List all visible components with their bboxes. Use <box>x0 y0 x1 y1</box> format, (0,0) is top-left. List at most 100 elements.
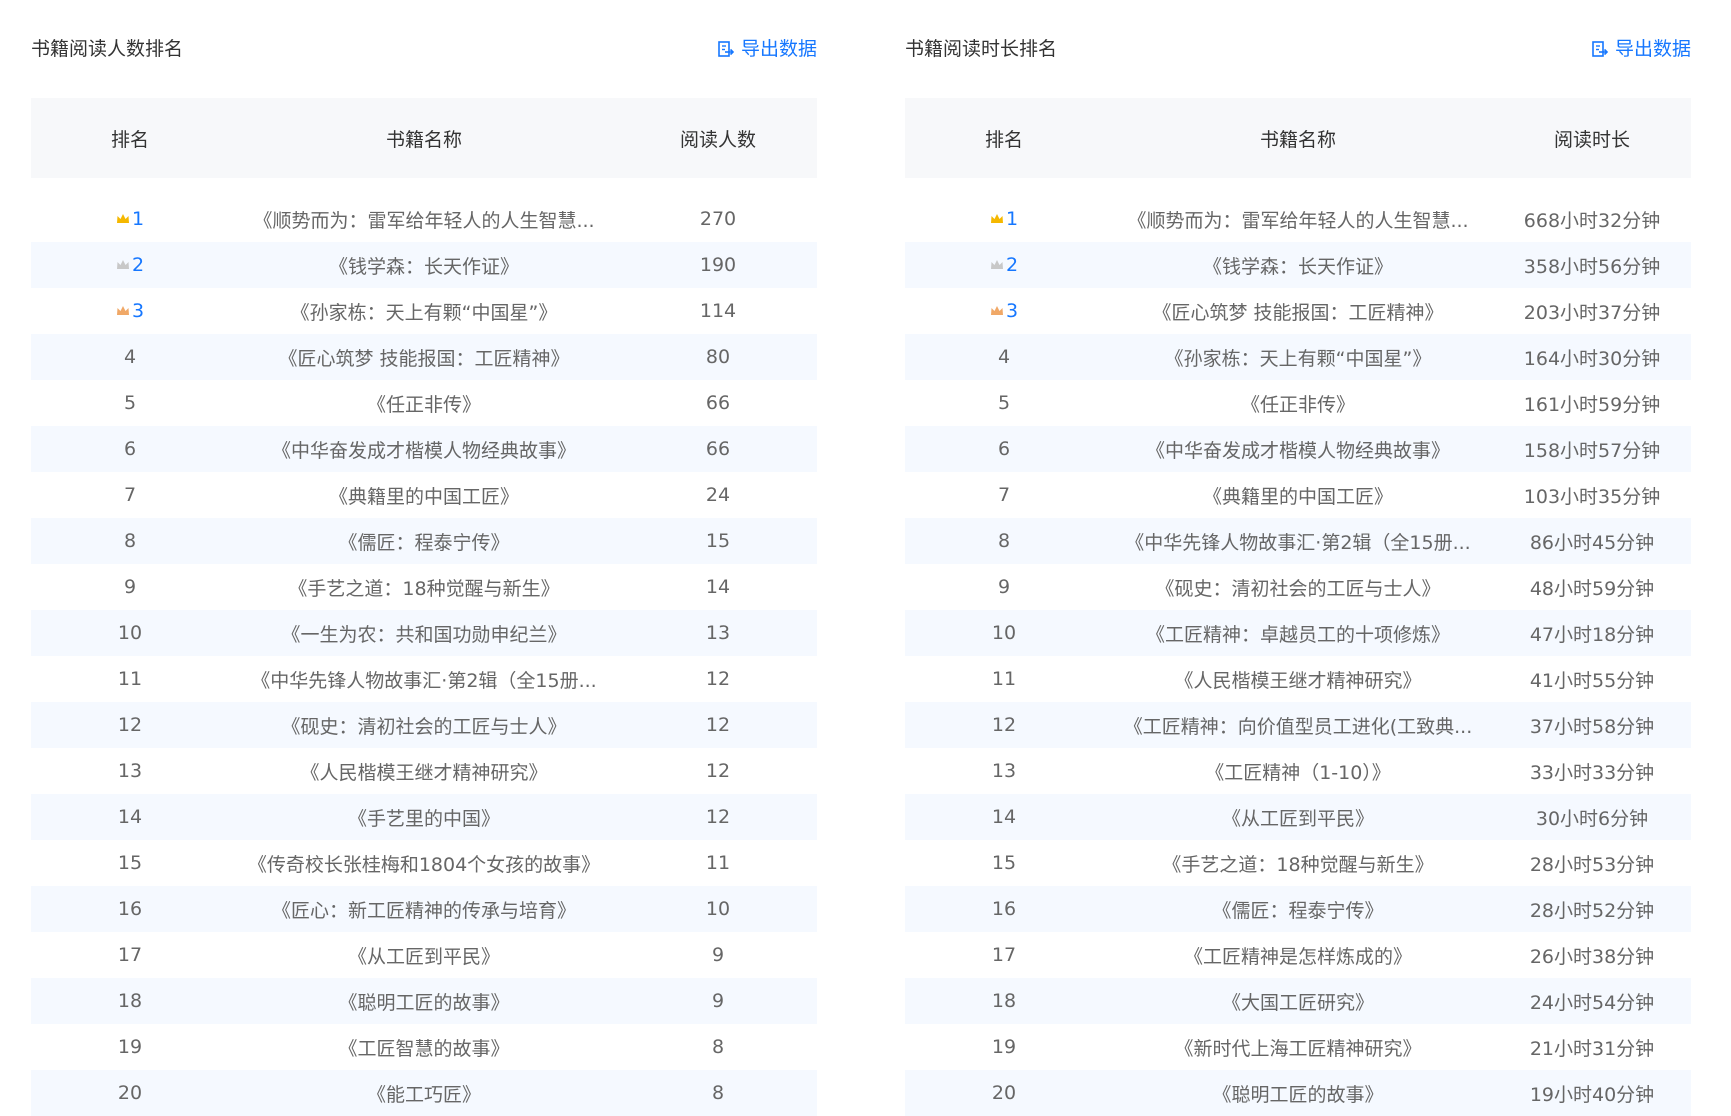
rank-cell: 20 <box>905 1082 1103 1104</box>
reading-time-cell: 37小时58分钟 <box>1529 715 1655 738</box>
book-name-cell: 《手艺之道：18种觉醒与新生》 <box>288 577 560 600</box>
table-row: 9 《手艺之道：18种觉醒与新生》 14 <box>31 564 817 610</box>
crown-icon <box>990 254 1004 276</box>
book-name-cell: 《人民楷模王继才精神研究》 <box>300 761 548 784</box>
rank-cell: 5 <box>31 392 229 414</box>
rank-number: 15 <box>117 852 143 874</box>
rank-cell: 16 <box>31 898 229 920</box>
reader-count-cell: 114 <box>699 300 737 322</box>
reader-count-cell: 12 <box>705 806 731 828</box>
book-name-cell: 《顺势而为：雷军给年轻人的人生智慧... <box>253 209 595 232</box>
book-name-cell: 《工匠精神（1-10）》 <box>1205 761 1391 784</box>
rank-cell: 18 <box>31 990 229 1012</box>
rank-number: 2 <box>1005 254 1019 276</box>
rank-cell: 7 <box>905 484 1103 506</box>
table-row: 15 《手艺之道：18种觉醒与新生》 28小时53分钟 <box>905 840 1691 886</box>
book-name-cell: 《中华奋发成才楷模人物经典故事》 <box>271 439 576 462</box>
rank-cell: 10 <box>905 622 1103 644</box>
reading-time-cell: 28小时52分钟 <box>1529 899 1655 922</box>
reading-time-cell: 41小时55分钟 <box>1529 669 1655 692</box>
table-row: 9 《砚史：清初社会的工匠与士人》 48小时59分钟 <box>905 564 1691 610</box>
rank-cell: 6 <box>905 438 1103 460</box>
table-header: 排名 书籍名称 阅读时长 <box>905 98 1691 178</box>
rank-number: 1 <box>131 208 145 230</box>
reading-time-cell: 161小时59分钟 <box>1523 393 1661 416</box>
rank-cell: 14 <box>31 806 229 828</box>
export-data-button[interactable]: 导出数据 <box>1591 36 1691 62</box>
rank-number: 4 <box>123 346 137 368</box>
rank-cell: 12 <box>905 714 1103 736</box>
rank-number: 10 <box>991 622 1017 644</box>
table-row: 11 《中华先锋人物故事汇·第2辑（全15册... 12 <box>31 656 817 702</box>
book-name-cell: 《砚史：清初社会的工匠与士人》 <box>281 715 567 738</box>
reader-count-cell: 15 <box>705 530 731 552</box>
rank-cell: 3 <box>31 300 229 322</box>
rank-number: 6 <box>123 438 137 460</box>
rank-number: 15 <box>991 852 1017 874</box>
panel-title: 书籍阅读时长排名 <box>905 38 1058 60</box>
rank-number: 8 <box>997 530 1011 552</box>
book-name-cell: 《儒匠：程泰宁传》 <box>1212 899 1384 922</box>
crown-icon <box>990 208 1004 230</box>
rank-cell: 5 <box>905 392 1103 414</box>
rank-cell: 1 <box>905 208 1103 230</box>
book-name-cell: 《中华奋发成才楷模人物经典故事》 <box>1145 439 1450 462</box>
table-row: 8 《中华先锋人物故事汇·第2辑（全15册... 86小时45分钟 <box>905 518 1691 564</box>
table-row: 16 《匠心：新工匠精神的传承与培育》 10 <box>31 886 817 932</box>
rank-number: 20 <box>991 1082 1017 1104</box>
book-name-cell: 《中华先锋人物故事汇·第2辑（全15册... <box>251 669 597 692</box>
book-name-cell: 《一生为农：共和国功勋申纪兰》 <box>281 623 567 646</box>
reading-time-cell: 158小时57分钟 <box>1523 439 1661 462</box>
rank-number: 16 <box>991 898 1017 920</box>
reading-time-cell: 86小时45分钟 <box>1529 531 1655 554</box>
table-header: 排名 书籍名称 阅读人数 <box>31 98 817 178</box>
book-name-cell: 《顺势而为：雷军给年轻人的人生智慧... <box>1127 209 1469 232</box>
table-body: 1 《顺势而为：雷军给年轻人的人生智慧... 270 2 《钱学森：长天作证》 190 3 《… <box>31 178 817 1116</box>
table-row: 6 《中华奋发成才楷模人物经典故事》 158小时57分钟 <box>905 426 1691 472</box>
reader-count-cell: 12 <box>705 714 731 736</box>
rank-number: 5 <box>997 392 1011 414</box>
book-name-cell: 《能工巧匠》 <box>366 1083 481 1106</box>
rank-cell: 16 <box>905 898 1103 920</box>
table-row: 14 《手艺里的中国》 12 <box>31 794 817 840</box>
reading-time-cell: 47小时18分钟 <box>1529 623 1655 646</box>
reader-count-cell: 13 <box>705 622 731 644</box>
reading-time-cell: 28小时53分钟 <box>1529 853 1655 876</box>
rank-number: 12 <box>117 714 143 736</box>
book-name-cell: 《手艺之道：18种觉醒与新生》 <box>1162 853 1434 876</box>
table-row: 19 《工匠智慧的故事》 8 <box>31 1024 817 1070</box>
book-name-cell: 《儒匠：程泰宁传》 <box>338 531 510 554</box>
book-name-cell: 《传奇校长张桂梅和1804个女孩的故事》 <box>247 853 601 876</box>
rank-cell: 10 <box>31 622 229 644</box>
reading-time-cell: 19小时40分钟 <box>1529 1083 1655 1106</box>
table-row: 13 《人民楷模王继才精神研究》 12 <box>31 748 817 794</box>
table-row: 3 《匠心筑梦 技能报国：工匠精神》 203小时37分钟 <box>905 288 1691 334</box>
book-name-cell: 《典籍里的中国工匠》 <box>1202 485 1393 508</box>
rank-cell: 8 <box>905 530 1103 552</box>
rank-number: 20 <box>117 1082 143 1104</box>
rank-number: 5 <box>123 392 137 414</box>
book-name-cell: 《人民楷模王继才精神研究》 <box>1174 669 1422 692</box>
export-data-button[interactable]: 导出数据 <box>717 36 817 62</box>
rank-cell: 4 <box>905 346 1103 368</box>
table-row: 2 《钱学森：长天作证》 358小时56分钟 <box>905 242 1691 288</box>
reading-time-cell: 33小时33分钟 <box>1529 761 1655 784</box>
reading-time-cell: 24小时54分钟 <box>1529 991 1655 1014</box>
rank-cell: 9 <box>905 576 1103 598</box>
rank-cell: 20 <box>31 1082 229 1104</box>
rank-cell: 4 <box>31 346 229 368</box>
crown-icon <box>116 208 130 230</box>
reader-count-ranking-panel: 书籍阅读人数排名 导出数据 排名 书籍名称 阅读人数 1 《顺势而为：雷军给年轻人… <box>31 0 817 1116</box>
crown-icon <box>116 254 130 276</box>
table-row: 20 《聪明工匠的故事》 19小时40分钟 <box>905 1070 1691 1116</box>
reader-count-cell: 12 <box>705 668 731 690</box>
table-row: 12 《工匠精神：向价值型员工进化(工致典... 37小时58分钟 <box>905 702 1691 748</box>
table-row: 18 《大国工匠研究》 24小时54分钟 <box>905 978 1691 1024</box>
table-row: 5 《任正非传》 161小时59分钟 <box>905 380 1691 426</box>
table-row: 10 《工匠精神：卓越员工的十项修炼》 47小时18分钟 <box>905 610 1691 656</box>
rank-cell: 6 <box>31 438 229 460</box>
book-name-cell: 《钱学森：长天作证》 <box>328 255 519 278</box>
rank-cell: 7 <box>31 484 229 506</box>
rank-cell: 19 <box>905 1036 1103 1058</box>
rank-cell: 9 <box>31 576 229 598</box>
